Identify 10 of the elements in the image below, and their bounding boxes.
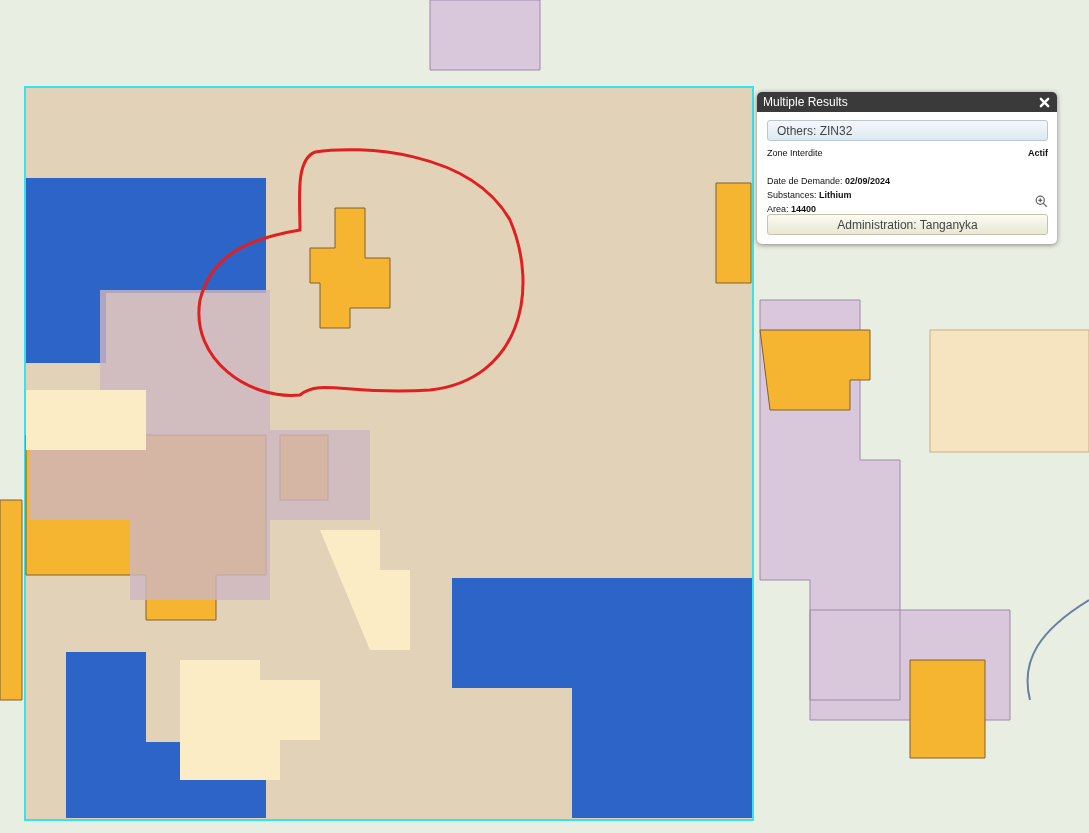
zoom-in-icon[interactable] bbox=[1035, 195, 1048, 208]
detail-field: Area: 14400 bbox=[767, 202, 891, 216]
zone-type-text: Zone Interdite bbox=[767, 148, 823, 158]
result-button[interactable]: Others: ZIN32 bbox=[767, 120, 1048, 141]
administration-button[interactable]: Administration: Tanganyka bbox=[767, 214, 1048, 235]
close-icon[interactable] bbox=[1039, 96, 1050, 108]
status-text: Actif bbox=[1028, 148, 1048, 158]
popup-title: Multiple Results bbox=[763, 95, 848, 109]
detail-field: Date de Demande: 02/09/2024 bbox=[767, 174, 891, 188]
detail-field: Substances: Lithium bbox=[767, 188, 891, 202]
